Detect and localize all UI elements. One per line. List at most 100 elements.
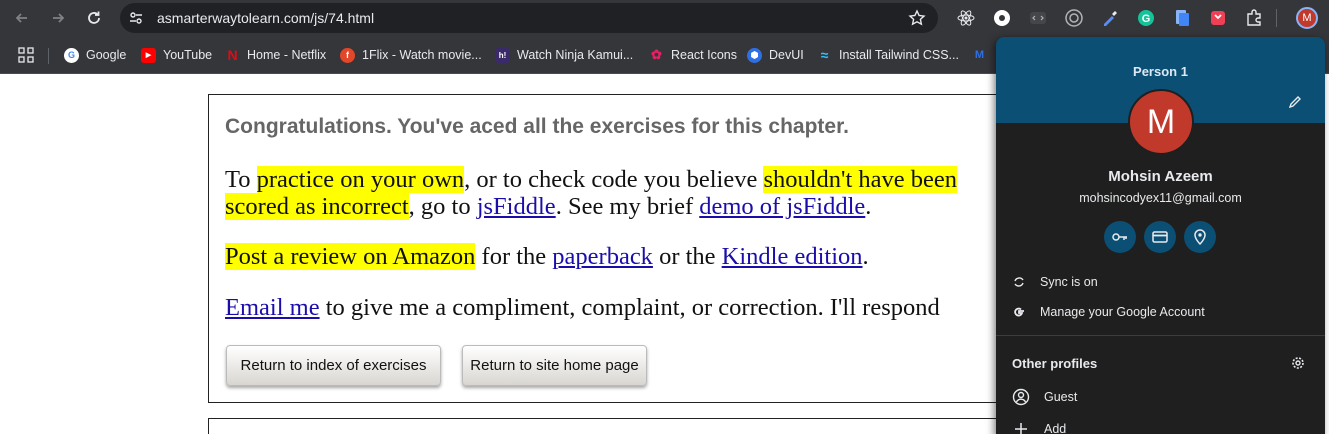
sync-row[interactable]: Sync is on	[1012, 273, 1098, 291]
back-arrow-icon	[15, 13, 27, 23]
paperback-link[interactable]: paperback	[552, 243, 653, 270]
docs-extension-icon[interactable]	[1172, 8, 1192, 28]
congratulations-heading: Congratulations. You've aced all the exe…	[225, 115, 849, 138]
jsfiddle-link[interactable]: jsFiddle	[477, 193, 556, 220]
bookmark-label: YouTube	[163, 48, 213, 62]
svg-text:G: G	[1142, 13, 1151, 25]
review-paragraph: Post a review on Amazon for the paperbac…	[225, 243, 869, 270]
bookmark-react-icons[interactable]: ✿ React Icons	[649, 46, 737, 64]
return-to-home-button[interactable]: Return to site home page	[462, 345, 647, 386]
bookmark-label: Home - Netflix	[247, 48, 327, 62]
text-span: .	[865, 193, 872, 220]
devui-icon: ⬢	[747, 47, 762, 63]
bookmark-star-icon[interactable]	[908, 9, 926, 27]
bookmark-label: Watch Ninja Kamui...	[517, 48, 634, 62]
bookmark-ninja-kamui[interactable]: h! Watch Ninja Kamui...	[495, 46, 633, 64]
tailwind-icon: ≈	[820, 47, 829, 63]
bookmark-devui[interactable]: ⬢ DevUI	[747, 46, 804, 64]
browser-toolbar: asmarterwaytolearn.com/js/74.html G M	[0, 0, 1329, 36]
forward-arrow-icon	[53, 13, 65, 23]
addresses-button[interactable]	[1184, 221, 1216, 253]
add-profile-row[interactable]: Add	[1012, 420, 1066, 434]
bookmark-partial[interactable]: M	[972, 46, 987, 64]
text-span: . See my brief	[555, 193, 700, 220]
bookmark-youtube[interactable]: ▶ YouTube	[141, 46, 212, 64]
profile-avatar: M	[1128, 89, 1194, 155]
edit-pencil-icon[interactable]	[1287, 94, 1303, 110]
google-icon: G	[64, 47, 79, 63]
guest-user-icon	[1012, 388, 1030, 406]
text-span: To	[225, 166, 257, 193]
person-label: Person 1	[1133, 64, 1188, 79]
profile-menu-popup: Person 1 M Mohsin Azeem mohsincodyex11@g…	[996, 37, 1325, 434]
highlight-incorrect: shouldn't have been	[763, 166, 958, 193]
bookmark-label: 1Flix - Watch movie...	[362, 48, 482, 62]
gear-icon[interactable]	[1291, 356, 1305, 370]
sync-icon	[1014, 277, 1024, 287]
profile-name: Mohsin Azeem	[1108, 168, 1213, 185]
circle-extension-icon[interactable]	[992, 8, 1012, 28]
extensions-puzzle-icon[interactable]	[1244, 8, 1264, 28]
popup-divider	[996, 335, 1325, 336]
key-icon	[1112, 233, 1127, 241]
text-span: to give me a compliment, complaint, or c…	[319, 294, 940, 321]
bookmark-google[interactable]: G Google	[64, 46, 126, 64]
text-span: for the	[475, 243, 553, 270]
sync-label: Sync is on	[1040, 275, 1098, 289]
bookmark-tailwind[interactable]: ≈ Install Tailwind CSS...	[817, 46, 959, 64]
bookmark-1flix[interactable]: f 1Flix - Watch movie...	[340, 46, 482, 64]
back-button[interactable]	[10, 6, 34, 30]
color-picker-extension-icon[interactable]	[1100, 8, 1120, 28]
profile-avatar-button[interactable]: M	[1296, 7, 1318, 29]
text-span: , go to	[408, 193, 477, 220]
profile-email: mohsincodyex11@gmail.com	[1079, 191, 1242, 205]
url-text[interactable]: asmarterwaytolearn.com/js/74.html	[157, 10, 374, 26]
grammarly-extension-icon[interactable]: G	[1136, 8, 1156, 28]
kindle-edition-link[interactable]: Kindle edition	[722, 243, 863, 270]
email-me-link[interactable]: Email me	[225, 294, 320, 321]
react-icons-icon: ✿	[651, 47, 662, 62]
next-panel	[208, 418, 1038, 434]
bookmark-label: React Icons	[671, 48, 738, 62]
google-g-icon	[1014, 307, 1024, 317]
highlight-scored: scored as incorrect	[225, 193, 409, 220]
netflix-icon: N	[227, 47, 238, 63]
address-bar[interactable]: asmarterwaytolearn.com/js/74.html	[120, 3, 938, 33]
manage-account-label: Manage your Google Account	[1040, 305, 1205, 319]
other-profiles-heading: Other profiles	[1012, 356, 1098, 371]
youtube-icon: ▶	[141, 47, 156, 63]
bookmark-label: Install Tailwind CSS...	[839, 48, 959, 62]
demo-jsfiddle-link[interactable]: demo of jsFiddle	[699, 193, 865, 220]
text-span: or the	[652, 243, 722, 270]
react-extension-icon[interactable]	[956, 8, 976, 28]
code-extension-icon[interactable]	[1028, 8, 1048, 28]
bookmark-netflix[interactable]: N Home - Netflix	[225, 46, 326, 64]
reload-button[interactable]	[82, 6, 106, 30]
location-pin-icon	[1194, 229, 1206, 246]
exercise-complete-panel: Congratulations. You've aced all the exe…	[208, 94, 1038, 403]
bookmark-label: DevUI	[769, 48, 804, 62]
highlight-review: Post a review on Amazon	[225, 243, 476, 270]
apps-grid-icon[interactable]	[18, 47, 34, 63]
text-span: .	[862, 243, 869, 270]
guest-profile-row[interactable]: Guest	[1012, 388, 1077, 406]
hianime-icon: h!	[495, 47, 510, 63]
forward-button[interactable]	[46, 6, 70, 30]
credit-card-icon	[1152, 231, 1168, 243]
guest-label: Guest	[1044, 390, 1078, 404]
manage-account-row[interactable]: Manage your Google Account	[1012, 303, 1205, 321]
practice-paragraph: To practice on your own, or to check cod…	[225, 166, 958, 220]
text-span: , or to check code you believe	[464, 166, 764, 193]
bookmarks-separator	[48, 48, 49, 64]
reload-icon	[88, 11, 100, 24]
bookmark-label: Google	[86, 48, 127, 62]
passwords-button[interactable]	[1104, 221, 1136, 253]
plus-icon	[1015, 423, 1027, 434]
highlight-practice: practice on your own	[256, 166, 465, 193]
save-extension-icon[interactable]	[1208, 8, 1228, 28]
add-label: Add	[1044, 422, 1067, 434]
payment-methods-button[interactable]	[1144, 221, 1176, 253]
return-to-index-button[interactable]: Return to index of exercises	[226, 345, 441, 386]
target-extension-icon[interactable]	[1064, 8, 1084, 28]
site-info-icon[interactable]	[128, 10, 144, 26]
